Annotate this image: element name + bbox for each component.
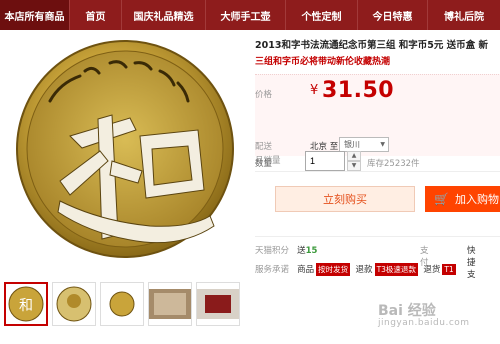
points-label: 天猫积分	[255, 246, 290, 256]
thumbnail-3[interactable]	[100, 282, 144, 326]
nav-backyard[interactable]: 博礼后院	[428, 0, 500, 30]
baidu-watermark: Bai 经验 jingyan.baidu.com	[378, 300, 470, 328]
cart-icon: 🛒	[434, 192, 449, 206]
stock-count: 库存25232件	[367, 159, 420, 169]
thumbnail-2[interactable]	[52, 282, 96, 326]
watermark-brand: Bai 经验	[378, 303, 436, 319]
quantity-minus-icon[interactable]: ▼	[347, 161, 361, 171]
thumbnail-4[interactable]	[148, 282, 192, 326]
pay-value[interactable]: 快捷支	[467, 244, 476, 280]
service-label: 服务承诺	[255, 265, 290, 275]
nav-all-products[interactable]: 本店所有商品	[0, 0, 70, 30]
nav-national-day-gifts[interactable]: 国庆礼品精选	[122, 0, 206, 30]
coin-image	[16, 40, 234, 258]
price-value: 31.50	[322, 78, 395, 103]
shipping-label: 配送	[255, 142, 273, 152]
buy-now-button[interactable]: 立刻购买	[275, 186, 415, 212]
service-row: 服务承诺 商品 按时发货 退款 T3极速退款 退货 T1	[255, 263, 456, 276]
svg-text:和: 和	[19, 298, 33, 314]
product-title: 2013和字书法流通纪念币第三组 和字币5元 送币盒 新	[255, 40, 488, 51]
divider	[255, 236, 500, 237]
shipping-destination-select[interactable]: 银川	[339, 137, 389, 152]
product-info-panel: 2013和字书法流通纪念币第三组 和字币5元 送币盒 新 三组和字币必将带动新伦…	[255, 31, 500, 344]
product-subtitle: 三组和字币必将带动新伦收藏热潮	[255, 57, 391, 67]
add-to-cart-button[interactable]: 🛒 加入购物	[425, 186, 500, 212]
service-tag-3[interactable]: T1	[442, 264, 456, 275]
quantity-label: 数量	[255, 159, 273, 169]
nav-master-teapots[interactable]: 大师手工壶	[206, 0, 286, 30]
points-value: 15	[305, 246, 318, 256]
add-to-cart-label: 加入购物	[454, 193, 499, 206]
nav-today-deals[interactable]: 今日特惠	[358, 0, 428, 30]
price-box: 价格 ¥ 31.50 配送 北京 至 银川	[255, 74, 500, 156]
divider	[255, 171, 500, 172]
thumbnail-strip: 和	[0, 280, 250, 344]
quantity-plus-icon[interactable]: ▲	[347, 151, 361, 161]
price-label: 价格	[255, 90, 273, 100]
service-tag-2[interactable]: T3极速退款	[374, 263, 418, 276]
mall-points-row: 天猫积分 送15 支付 快捷支	[255, 244, 476, 280]
service-item-1: 商品	[297, 265, 315, 275]
watermark-url: jingyan.baidu.com	[378, 318, 470, 328]
service-item-2: 退款	[355, 265, 373, 275]
thumbnail-5[interactable]	[196, 282, 240, 326]
nav-custom[interactable]: 个性定制	[286, 0, 358, 30]
quantity-input[interactable]	[305, 151, 345, 171]
points-prefix: 送	[297, 246, 306, 256]
price-currency: ¥	[310, 83, 319, 98]
thumbnail-1[interactable]: 和	[4, 282, 48, 326]
top-navigation: 本店所有商品 首页 国庆礼品精选 大师手工壶 个性定制 今日特惠 博礼后院	[0, 0, 500, 30]
product-main-image[interactable]	[0, 31, 250, 266]
service-tag-1[interactable]: 按时发货	[316, 263, 351, 276]
nav-home[interactable]: 首页	[70, 0, 122, 30]
service-item-3: 退货	[423, 265, 441, 275]
